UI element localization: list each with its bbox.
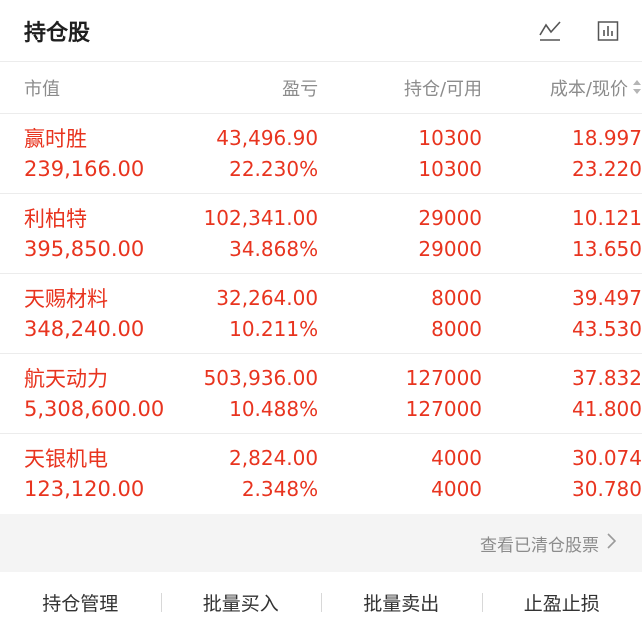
pnl-percent: 2.348%	[241, 476, 319, 501]
cost-value: 30.074	[572, 445, 642, 470]
cost-value: 39.497	[572, 285, 642, 310]
position-hold: 10300	[418, 125, 483, 150]
stock-name: 天银机电	[24, 446, 108, 471]
bar-chart-icon[interactable]	[596, 19, 620, 43]
position-available: 29000	[418, 236, 483, 261]
pnl-amount: 43,496.90	[216, 125, 319, 150]
cost-value: 18.997	[572, 125, 642, 150]
holding-row[interactable]: 赢时胜 43,496.90 10300 18.997 239,166.00 22…	[0, 114, 642, 194]
col-cost-price[interactable]: 成本/现价	[482, 75, 642, 101]
batch-sell-button[interactable]: 批量卖出	[321, 589, 482, 616]
cost-value: 37.832	[572, 365, 642, 390]
panel-header: 持仓股	[0, 0, 642, 62]
position-hold: 8000	[431, 285, 483, 310]
manage-positions-button[interactable]: 持仓管理	[0, 589, 161, 616]
market-value: 123,120.00	[24, 476, 145, 501]
current-price: 41.800	[572, 396, 642, 421]
holding-row[interactable]: 天银机电 2,824.00 4000 30.074 123,120.00 2.3…	[0, 434, 642, 514]
col-pnl: 盈亏	[282, 78, 319, 100]
position-available: 127000	[405, 396, 483, 421]
pnl-amount: 503,936.00	[203, 365, 319, 390]
column-header-row: 市值 盈亏 持仓/可用 成本/现价	[0, 62, 642, 114]
pnl-amount: 102,341.00	[203, 205, 319, 230]
pnl-percent: 10.211%	[229, 316, 319, 341]
position-hold: 29000	[418, 205, 483, 230]
take-profit-stop-loss-button[interactable]: 止盈止损	[481, 589, 642, 616]
position-hold: 127000	[405, 365, 483, 390]
holding-row[interactable]: 利柏特 102,341.00 29000 10.121 395,850.00 3…	[0, 194, 642, 274]
holding-row[interactable]: 天赐材料 32,264.00 8000 39.497 348,240.00 10…	[0, 274, 642, 354]
current-price: 23.220	[572, 156, 642, 181]
market-value: 348,240.00	[24, 316, 145, 341]
pnl-amount: 2,824.00	[229, 445, 319, 470]
action-bar: 持仓管理 批量买入 批量卖出 止盈止损	[0, 572, 642, 632]
current-price: 13.650	[572, 236, 642, 261]
col-cost-price-label: 成本/现价	[549, 78, 628, 100]
holdings-list: 赢时胜 43,496.90 10300 18.997 239,166.00 22…	[0, 114, 642, 514]
batch-buy-button[interactable]: 批量买入	[160, 589, 322, 616]
panel-title: 持仓股	[24, 20, 91, 46]
current-price: 43.530	[572, 316, 642, 341]
cleared-stocks-link[interactable]: 查看已清仓股票	[0, 514, 642, 572]
stock-name: 天赐材料	[24, 286, 108, 311]
col-position: 持仓/可用	[403, 78, 483, 100]
pnl-amount: 32,264.00	[216, 285, 319, 310]
pnl-percent: 10.488%	[229, 396, 319, 421]
holding-row[interactable]: 航天动力 503,936.00 127000 37.832 5,308,600.…	[0, 354, 642, 434]
position-available: 8000	[431, 316, 483, 341]
cost-value: 10.121	[572, 205, 642, 230]
position-available: 4000	[431, 476, 483, 501]
line-chart-icon[interactable]	[538, 19, 562, 43]
pnl-percent: 34.868%	[229, 236, 319, 261]
stock-name: 航天动力	[24, 366, 108, 391]
market-value: 5,308,600.00	[24, 396, 165, 421]
sort-icon[interactable]	[632, 79, 642, 100]
position-available: 10300	[418, 156, 483, 181]
market-value: 239,166.00	[24, 156, 145, 181]
current-price: 30.780	[572, 476, 642, 501]
position-hold: 4000	[431, 445, 483, 470]
chevron-right-icon	[607, 532, 617, 554]
col-market-value: 市值	[24, 78, 60, 100]
stock-name: 赢时胜	[24, 126, 87, 151]
stock-name: 利柏特	[24, 206, 87, 231]
pnl-percent: 22.230%	[229, 156, 319, 181]
cleared-stocks-label: 查看已清仓股票	[480, 535, 599, 556]
market-value: 395,850.00	[24, 236, 145, 261]
